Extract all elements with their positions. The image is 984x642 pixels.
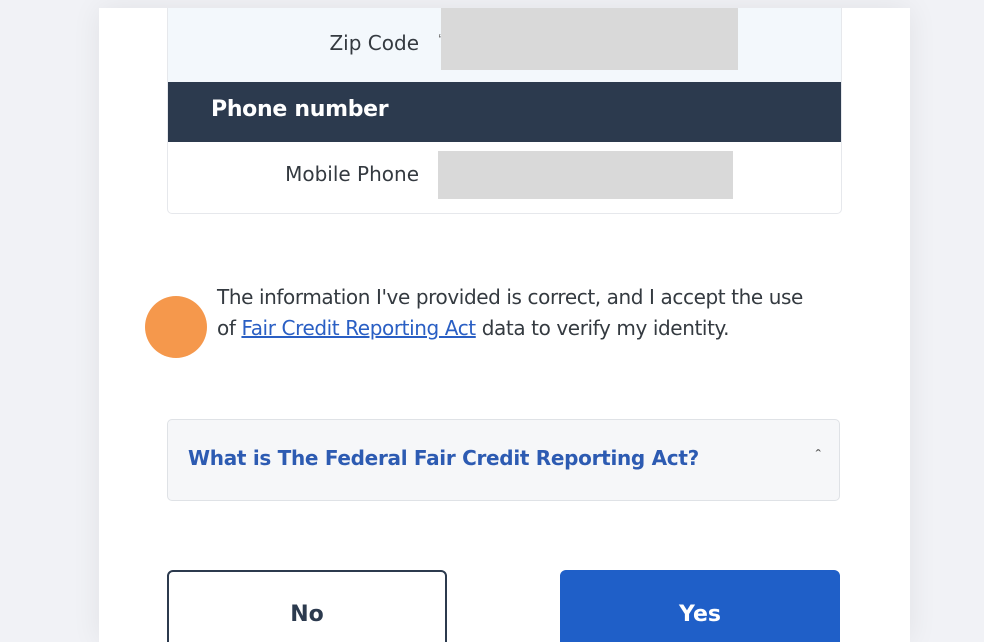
zip-code-input[interactable] xyxy=(441,8,738,70)
faq-title: What is The Federal Fair Credit Reportin… xyxy=(188,446,699,470)
info-card: Zip Code ‘ Phone number Mobile Phone xyxy=(167,8,842,214)
phone-section-header: Phone number xyxy=(168,82,841,142)
fcra-faq-accordion[interactable]: What is The Federal Fair Credit Reportin… xyxy=(167,419,840,501)
consent-checkbox[interactable] xyxy=(145,296,207,358)
consent-text-end: data to verify my identity. xyxy=(475,316,730,340)
fcra-link[interactable]: Fair Credit Reporting Act xyxy=(241,316,476,340)
form-panel: Zip Code ‘ Phone number Mobile Phone The… xyxy=(99,8,910,642)
zip-code-label: Zip Code xyxy=(329,31,419,55)
phone-section-title: Phone number xyxy=(211,97,389,122)
no-button[interactable]: No xyxy=(167,570,447,642)
mobile-phone-label: Mobile Phone xyxy=(285,162,419,186)
page: Zip Code ‘ Phone number Mobile Phone The… xyxy=(0,0,984,642)
mobile-phone-input[interactable] xyxy=(438,151,733,199)
consent-text: The information I've provided is correct… xyxy=(217,282,827,344)
zip-row: Zip Code ‘ xyxy=(168,8,841,82)
chevron-up-icon[interactable]: ˆ xyxy=(816,448,821,466)
yes-button[interactable]: Yes xyxy=(560,570,840,642)
